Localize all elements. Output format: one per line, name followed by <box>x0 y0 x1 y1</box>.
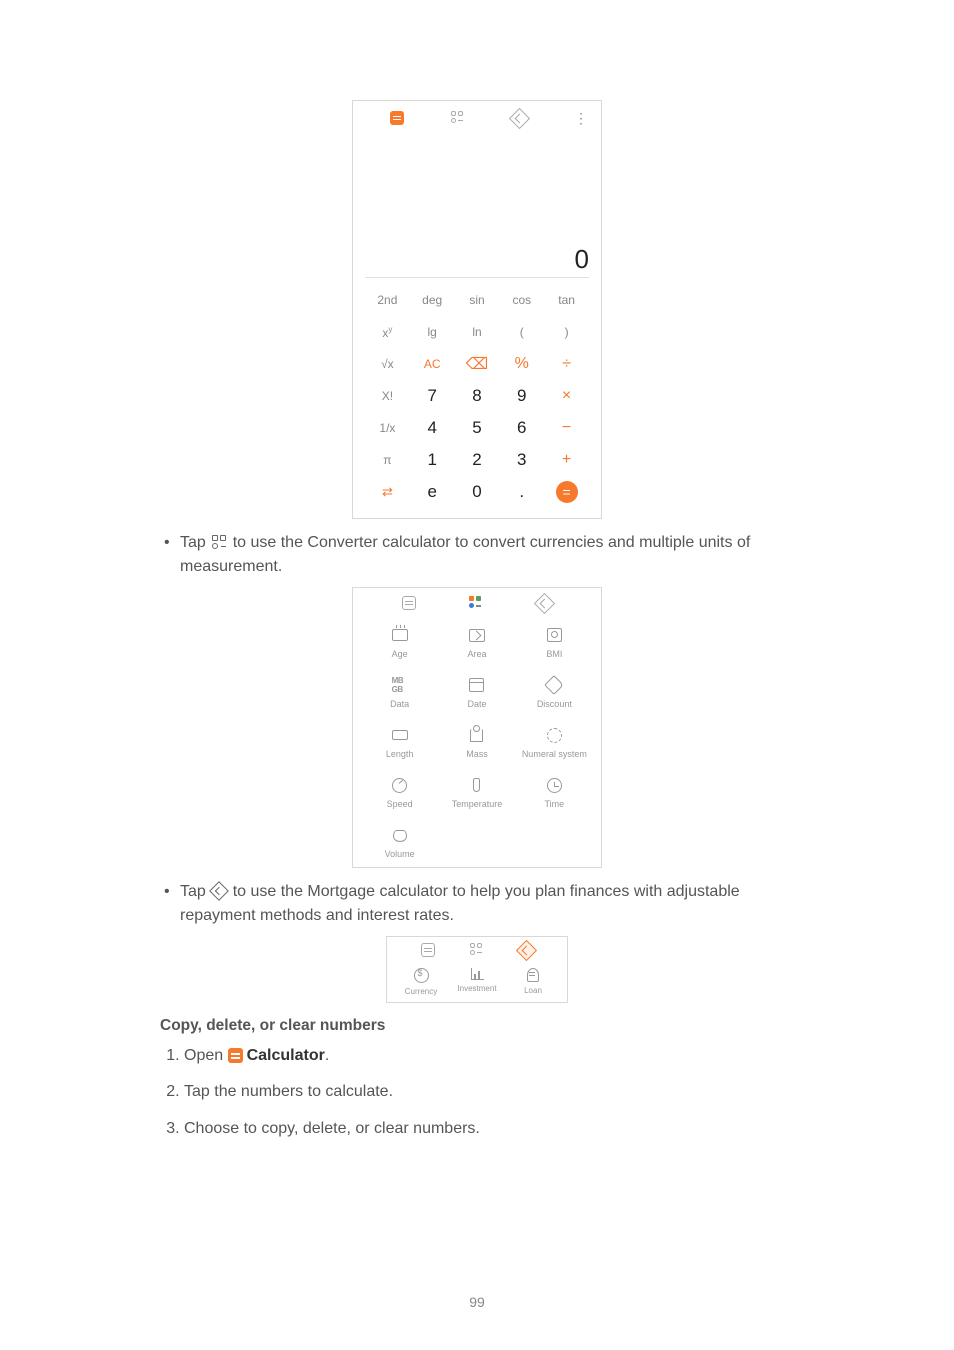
converter-speed: Speed <box>361 777 438 809</box>
overflow-menu: ⋮ <box>571 110 591 127</box>
key-pi: π <box>365 453 410 467</box>
mortgage-tab-bar <box>387 943 567 964</box>
mortgage-loan: Loan <box>505 968 561 996</box>
loan-icon <box>527 968 539 982</box>
mortgage-investment: Investment <box>449 968 505 996</box>
step-2: Tap the numbers to calculate. <box>184 1081 794 1103</box>
scientific-keypad: 2nd deg sin cos tan xy lg ln ( ) √x AC ⌫… <box>353 278 601 518</box>
converter-temperature: Temperature <box>438 777 515 809</box>
key-xy: xy <box>365 325 410 340</box>
converter-icon <box>212 535 226 549</box>
key-2nd: 2nd <box>365 293 410 307</box>
key-equals: = <box>544 481 589 503</box>
key-swap: ⇄ <box>365 484 410 500</box>
converter-age: Age <box>361 627 438 659</box>
key-ac: AC <box>410 357 455 371</box>
display-value: 0 <box>575 244 589 275</box>
key-factorial: X! <box>365 389 410 403</box>
converter-tab-bar <box>353 596 601 617</box>
bullet-mortgage-tip: Tap to use the Mortgage calculator to he… <box>160 880 794 928</box>
key-8: 8 <box>455 386 500 406</box>
calculator-icon <box>402 596 416 610</box>
key-sin: sin <box>455 293 500 307</box>
converter-screenshot: Age Area BMI MB GBData Date Discount Len… <box>352 587 602 868</box>
converter-volume: Volume <box>361 827 438 859</box>
scientific-tab-bar: ⋮ <box>353 101 601 135</box>
mortgage-currency: Currency <box>393 968 449 996</box>
mortgage-icon <box>534 593 555 614</box>
converter-area: Area <box>438 627 515 659</box>
key-plus: + <box>544 451 589 469</box>
converter-icon-active <box>469 596 483 610</box>
converter-length: Length <box>361 727 438 759</box>
converter-discount: Discount <box>516 677 593 709</box>
mortgage-icon <box>509 107 530 128</box>
converter-time: Time <box>516 777 593 809</box>
section-title: Copy, delete, or clear numbers <box>160 1017 794 1035</box>
key-lg: lg <box>410 325 455 339</box>
calculator-tab-active <box>387 111 407 125</box>
converter-icon <box>470 943 484 957</box>
key-sqrt: √x <box>365 357 410 371</box>
bullet-converter-tip: Tap to use the Converter calculator to c… <box>160 531 794 579</box>
key-ln: ln <box>455 325 500 339</box>
page-number: 99 <box>0 1294 954 1310</box>
step-3: Choose to copy, delete, or clear numbers… <box>184 1118 794 1140</box>
mortgage-tab <box>510 111 530 126</box>
key-inverse: 1/x <box>365 421 410 435</box>
key-deg: deg <box>410 293 455 307</box>
key-dot: . <box>499 482 544 502</box>
key-cos: cos <box>499 293 544 307</box>
key-rparen: ) <box>544 325 589 339</box>
converter-icon <box>451 111 465 125</box>
key-5: 5 <box>455 418 500 438</box>
key-4: 4 <box>410 418 455 438</box>
converter-data: MB GBData <box>361 677 438 709</box>
key-percent: % <box>499 355 544 373</box>
calculator-icon <box>421 943 435 957</box>
step-1: Open Calculator. <box>184 1045 794 1067</box>
calculator-display: 0 <box>353 135 601 277</box>
key-1: 1 <box>410 450 455 470</box>
mortgage-icon <box>209 881 229 901</box>
key-6: 6 <box>499 418 544 438</box>
key-divide: ÷ <box>544 355 589 373</box>
mortgage-icon-active <box>515 940 536 961</box>
currency-icon <box>414 968 429 983</box>
converter-date: Date <box>438 677 515 709</box>
key-9: 9 <box>499 386 544 406</box>
key-7: 7 <box>410 386 455 406</box>
kebab-icon: ⋮ <box>574 110 588 127</box>
converter-tab <box>448 111 468 125</box>
key-tan: tan <box>544 293 589 307</box>
chart-icon <box>471 968 484 980</box>
key-minus: − <box>544 419 589 437</box>
converter-mass: Mass <box>438 727 515 759</box>
mortgage-screenshot: Currency Investment Loan <box>386 936 568 1003</box>
scientific-calculator-screenshot: ⋮ 0 2nd deg sin cos tan xy lg ln ( ) √x … <box>352 100 602 519</box>
key-lparen: ( <box>499 325 544 339</box>
key-multiply: × <box>544 387 589 405</box>
steps-list: Open Calculator. Tap the numbers to calc… <box>160 1045 794 1140</box>
key-2: 2 <box>455 450 500 470</box>
key-e: e <box>410 482 455 502</box>
converter-numeral: Numeral system <box>516 727 593 759</box>
key-backspace: ⌫ <box>455 354 500 374</box>
calculator-app-icon <box>228 1048 243 1063</box>
key-0: 0 <box>455 482 500 502</box>
key-3: 3 <box>499 450 544 470</box>
calculator-icon <box>390 111 404 125</box>
converter-bmi: BMI <box>516 627 593 659</box>
